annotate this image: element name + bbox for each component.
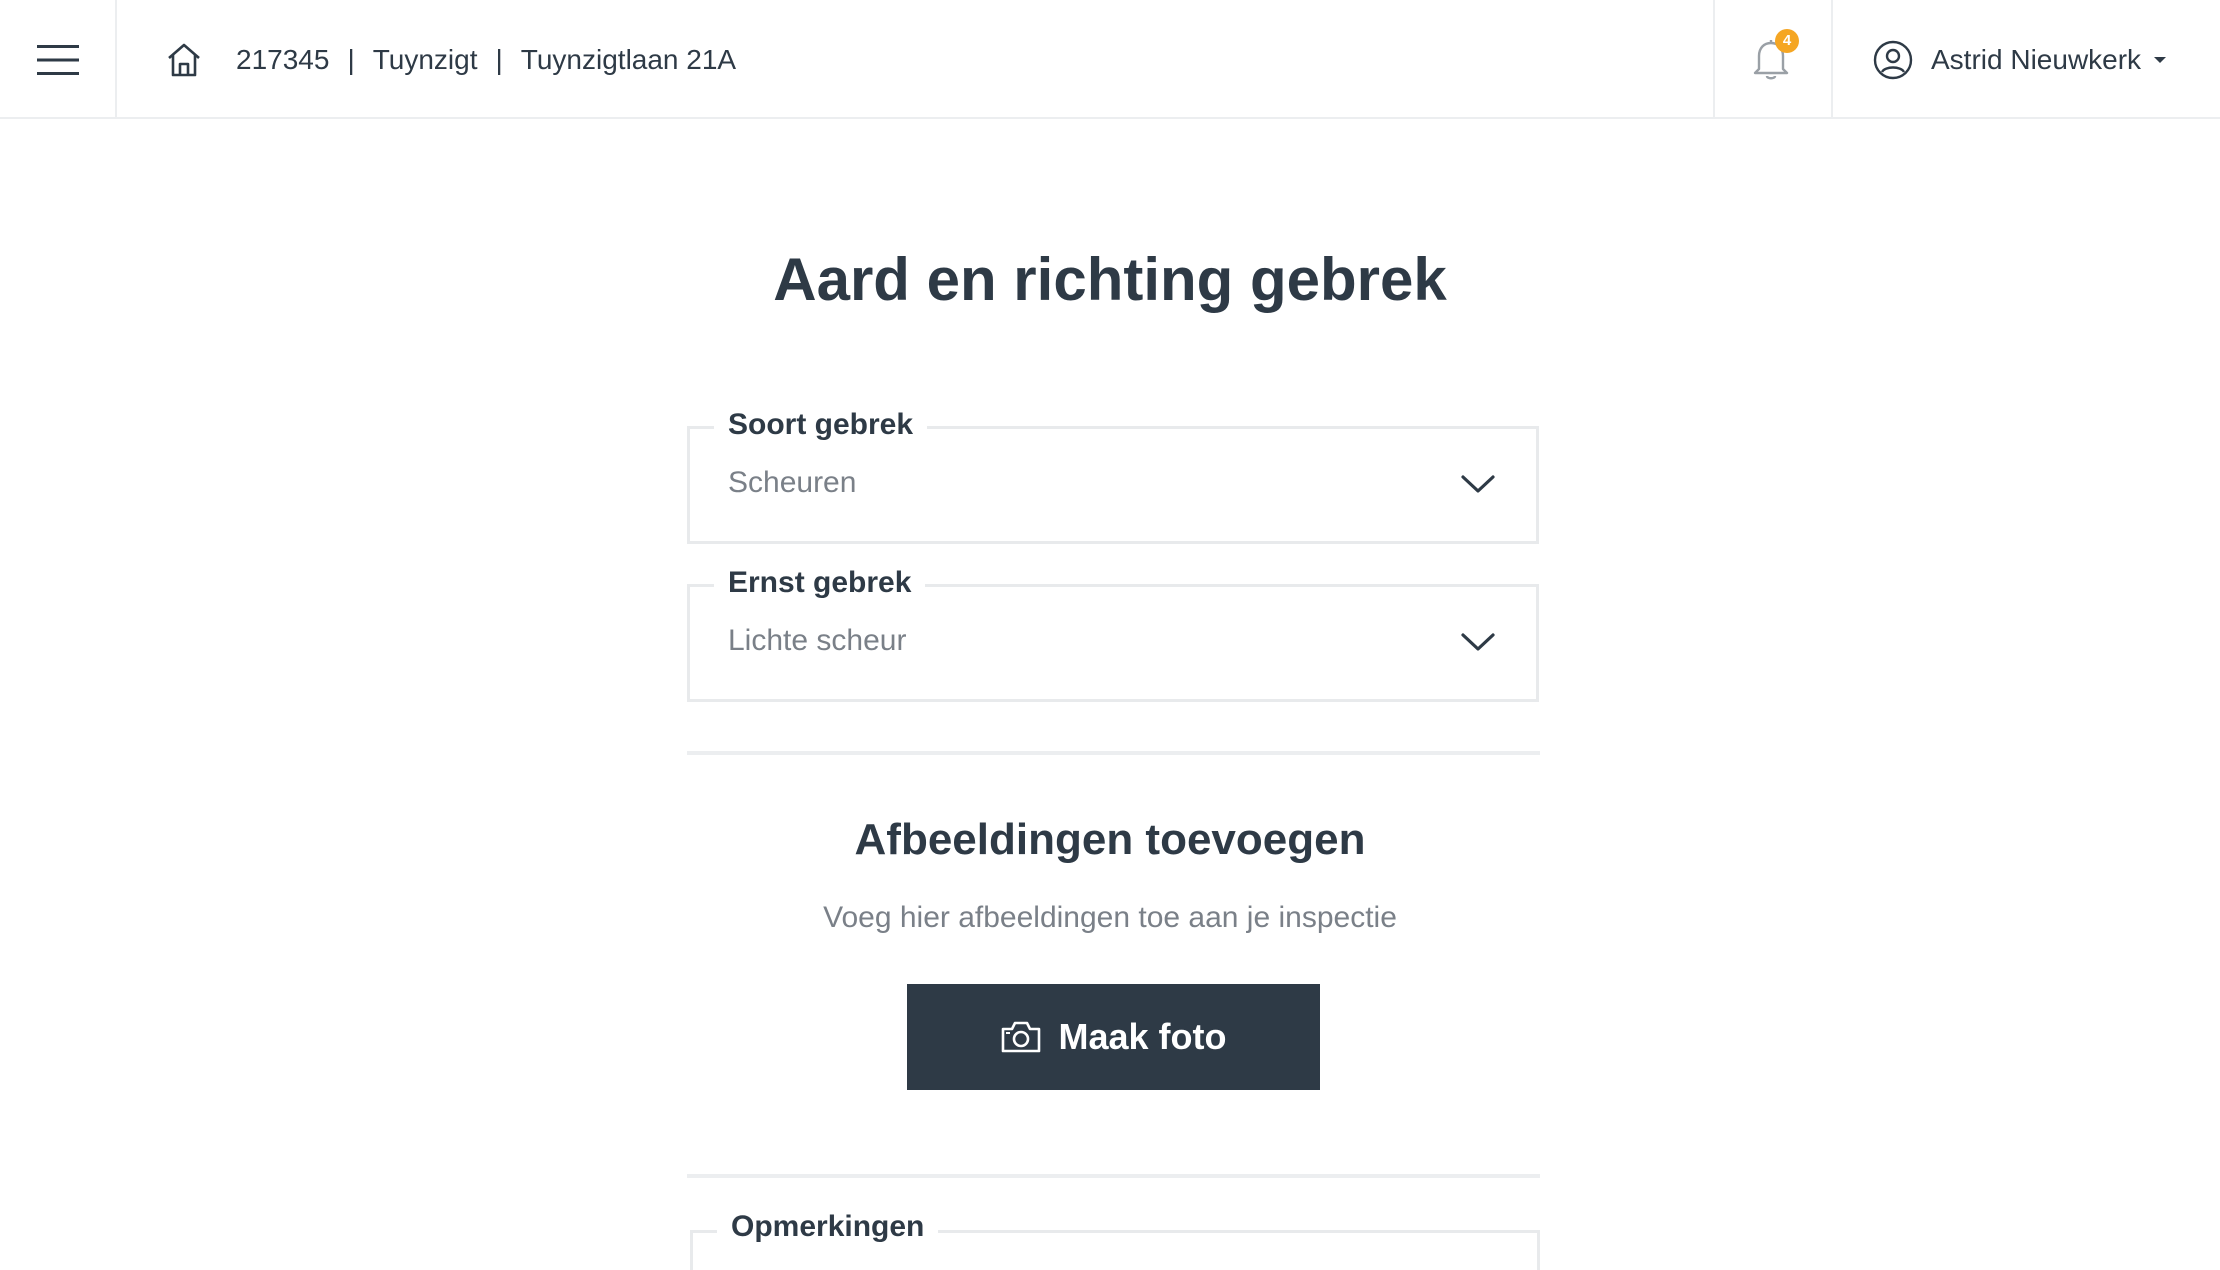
breadcrumb: 217345 | Tuynzigt | Tuynzigtlaan 21A [166, 0, 736, 119]
section-divider [687, 751, 1540, 755]
breadcrumb-id[interactable]: 217345 [236, 44, 329, 76]
field-value: Scheuren [728, 466, 857, 499]
chevron-down-icon [1460, 473, 1496, 495]
section-divider [687, 1174, 1540, 1178]
breadcrumb-address[interactable]: Tuynzigtlaan 21A [521, 44, 736, 76]
images-section-subtitle: Voeg hier afbeeldingen toe aan je inspec… [823, 901, 1397, 934]
home-link[interactable] [166, 43, 202, 77]
take-photo-button[interactable]: Maak foto [907, 984, 1320, 1090]
notifications-button[interactable]: 4 [1713, 0, 1833, 119]
home-icon [166, 43, 202, 77]
camera-icon [1000, 1020, 1042, 1054]
soort-gebrek-select[interactable]: Soort gebrek Scheuren [687, 405, 1539, 544]
images-section-title: Afbeeldingen toevoegen [854, 815, 1366, 864]
user-menu[interactable]: Astrid Nieuwkerk [1873, 0, 2167, 119]
take-photo-label: Maak foto [1058, 1016, 1227, 1057]
field-label: Ernst gebrek [714, 563, 926, 603]
breadcrumb-separator: | [347, 43, 355, 75]
user-circle-icon [1873, 40, 1913, 80]
page-title: Aard en richting gebrek [773, 246, 1447, 313]
caret-down-icon [2153, 55, 2167, 65]
breadcrumb-project[interactable]: Tuynzigt [373, 44, 478, 76]
menu-button[interactable] [0, 0, 117, 119]
chevron-down-icon [1460, 631, 1496, 653]
top-bar: 217345 | Tuynzigt | Tuynzigtlaan 21A 4 A… [0, 0, 2220, 119]
hamburger-menu-icon [36, 44, 79, 75]
breadcrumb-separator: | [495, 43, 503, 75]
field-value: Lichte scheur [728, 624, 907, 657]
remarks-field[interactable]: Opmerkingen [690, 1207, 1540, 1270]
ernst-gebrek-select[interactable]: Ernst gebrek Lichte scheur [687, 563, 1539, 702]
remarks-label: Opmerkingen [717, 1207, 939, 1247]
user-name: Astrid Nieuwkerk [1931, 43, 2142, 75]
notification-badge: 4 [1775, 28, 1799, 53]
field-label: Soort gebrek [714, 405, 928, 445]
